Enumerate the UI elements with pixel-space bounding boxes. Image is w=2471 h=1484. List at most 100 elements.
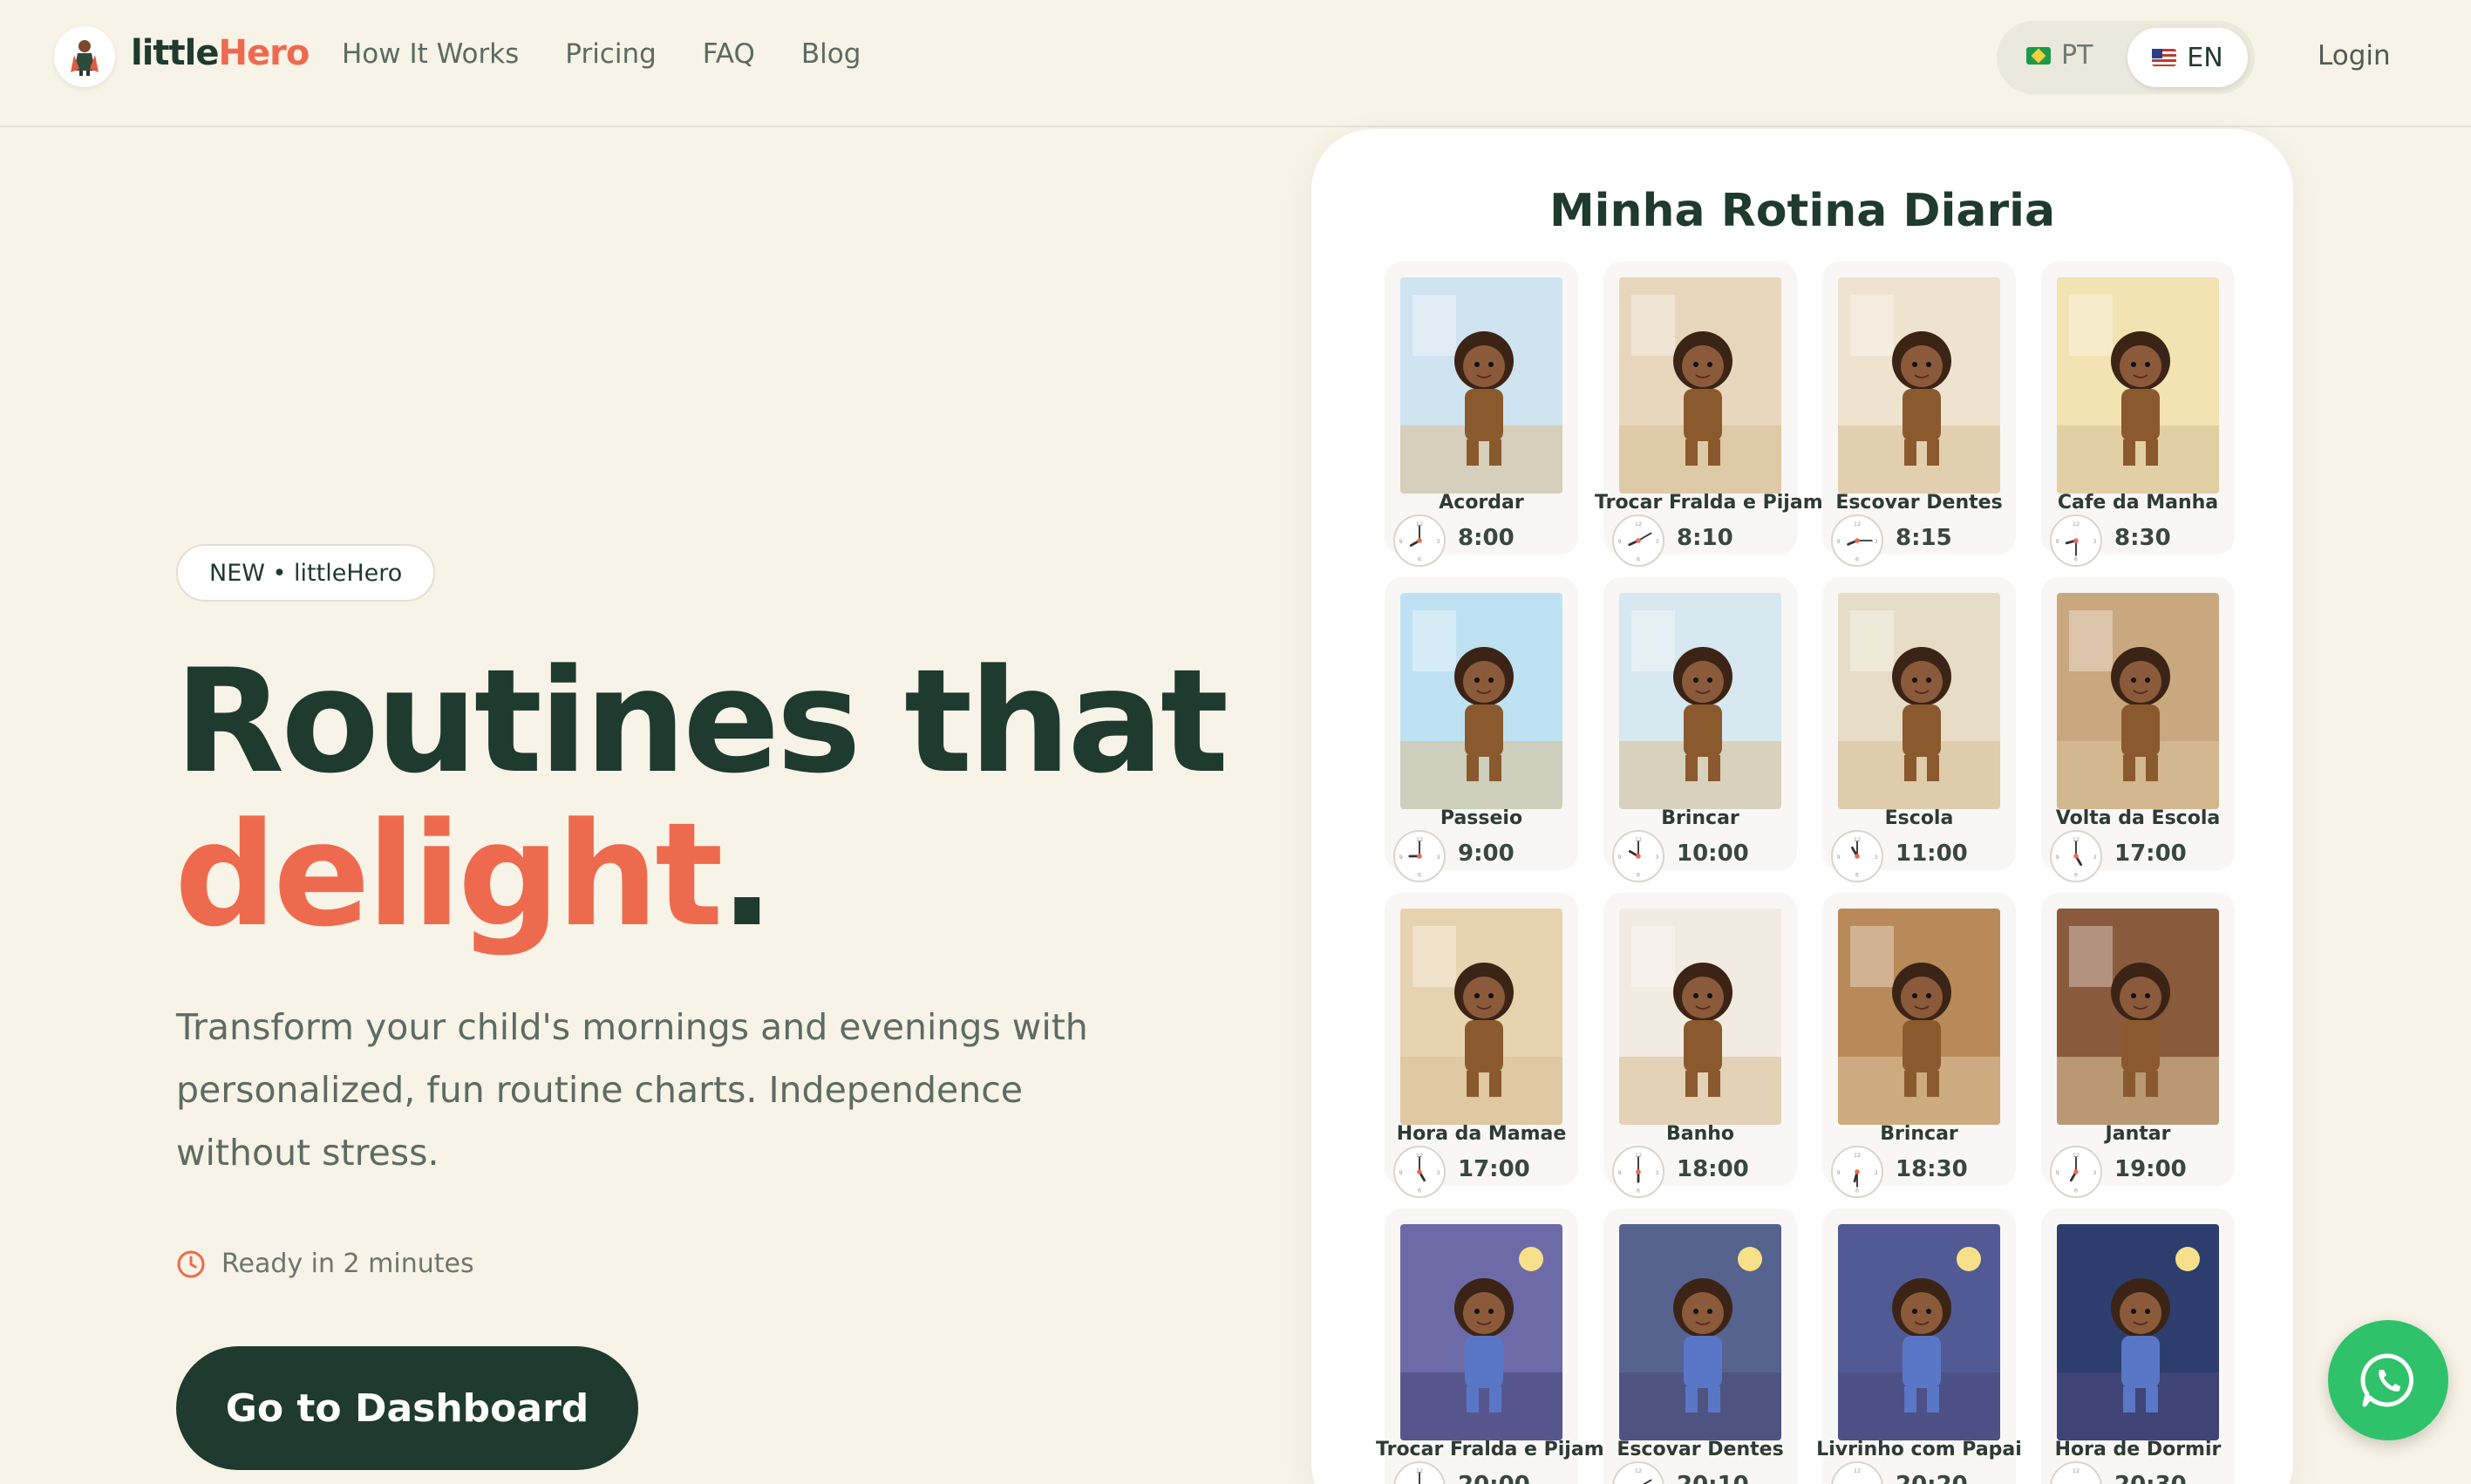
svg-text:9: 9 [2055, 1169, 2059, 1176]
routine-label: Escola [1884, 807, 1954, 829]
routine-label: Escovar Dentes [1835, 492, 2003, 514]
svg-text:12: 12 [1854, 1152, 1861, 1159]
routine-illustration [2057, 1224, 2219, 1440]
routine-time: 20:20 [1896, 1472, 1968, 1484]
routine-illustration [1619, 1224, 1781, 1440]
clock-icon: 12693 [1831, 1146, 1883, 1198]
clock-icon: 12693 [2050, 1146, 2102, 1198]
svg-text:6: 6 [1855, 555, 1859, 562]
routine-tile[interactable]: Passeio 12 6 9 3 9:00 [1385, 577, 1578, 882]
routine-tile[interactable]: Banho 12 6 9 3 18:00 [1603, 893, 1797, 1198]
routine-tile[interactable]: Hora de Dormir12693 20:30 [2041, 1208, 2235, 1484]
go-to-dashboard-button[interactable]: Go to Dashboard [176, 1346, 638, 1470]
clock-icon: 12693 [1612, 1461, 1664, 1484]
svg-text:6: 6 [1637, 1187, 1640, 1194]
brand-logo[interactable]: littleHero [131, 33, 310, 73]
svg-text:12: 12 [1854, 1467, 1861, 1474]
svg-text:9: 9 [2055, 854, 2059, 861]
svg-text:12: 12 [1635, 521, 1642, 528]
routine-time: 20:10 [1677, 1472, 1749, 1484]
routine-label: Volta da Escola [2055, 807, 2221, 829]
routine-label: Jantar [2105, 1123, 2171, 1145]
routine-label: Passeio [1440, 807, 1523, 829]
us-flag-icon [2152, 49, 2177, 66]
routine-tile[interactable]: Volta da Escola 12 6 9 3 17:00 [2041, 577, 2235, 882]
routine-time: 17:00 [1458, 1156, 1530, 1182]
svg-text:9: 9 [1836, 538, 1840, 545]
clock-icon: 12693 [1393, 1461, 1446, 1484]
routine-label: Livrinho com Papai [1816, 1439, 2022, 1460]
clock-icon: 12693 [1393, 1146, 1446, 1198]
svg-text:6: 6 [1418, 871, 1421, 878]
hero-subtitle: Transform your child's mornings and even… [176, 1006, 1088, 1174]
svg-text:3: 3 [1436, 1169, 1440, 1176]
routine-illustration [1400, 909, 1562, 1125]
ready-note: Ready in 2 minutes [176, 1249, 474, 1279]
svg-text:3: 3 [2093, 854, 2096, 861]
clock-icon: 12693 [1831, 1461, 1883, 1484]
routine-illustration [1838, 909, 2000, 1125]
svg-text:3: 3 [1436, 538, 1440, 545]
login-link[interactable]: Login [2318, 40, 2391, 71]
routine-illustration [1619, 593, 1781, 809]
routine-illustration [1838, 277, 2000, 494]
svg-text:3: 3 [1874, 854, 1877, 861]
svg-text:6: 6 [2074, 1187, 2078, 1194]
lang-pt-button[interactable]: PT [2026, 40, 2093, 71]
svg-text:12: 12 [2073, 521, 2080, 528]
hero-title-period: . [719, 792, 774, 958]
routine-illustration [2057, 909, 2219, 1125]
clock-icon: 12693 [2050, 514, 2102, 567]
clock-icon: 12693 [1831, 514, 1883, 567]
svg-text:3: 3 [2093, 1169, 2096, 1176]
lang-en-button[interactable]: EN [2127, 28, 2248, 87]
svg-text:6: 6 [1418, 1187, 1421, 1194]
hero-title: Routines that delight. [174, 645, 1229, 952]
routine-tile[interactable]: Escovar Dentes12693 20:10 [1603, 1208, 1797, 1484]
clock-icon: 12693 [1831, 830, 1883, 882]
routine-title: Minha Rotina Diaria [1549, 185, 2056, 237]
svg-text:9: 9 [1617, 1169, 1621, 1176]
routine-tile[interactable]: Trocar Fralda e Pijama 12 6 9 3 8:10 [1595, 262, 1835, 567]
routine-tile[interactable]: Hora da Mamae 12 6 9 3 17:00 [1385, 893, 1578, 1198]
whatsapp-button[interactable] [2328, 1320, 2448, 1440]
hero-logo-icon[interactable] [54, 26, 115, 87]
svg-text:6: 6 [1637, 555, 1640, 562]
whatsapp-icon [2360, 1353, 2414, 1407]
routine-time: 18:30 [1896, 1156, 1968, 1182]
routine-tile[interactable]: Escovar Dentes 12 6 9 3 8:15 [1822, 262, 2016, 567]
svg-text:12: 12 [2073, 1467, 2080, 1474]
routine-tile[interactable]: Brincar 12 6 9 3 18:30 [1822, 893, 2016, 1198]
routine-label: Hora de Dormir [2054, 1439, 2222, 1460]
routine-label: Trocar Fralda e Pijama [1595, 492, 1836, 514]
routine-label: Hora da Mamae [1396, 1123, 1567, 1145]
svg-text:9: 9 [1399, 854, 1402, 861]
routine-illustration [2057, 593, 2219, 809]
routine-label: Banho [1665, 1123, 1735, 1145]
routine-label: Brincar [1880, 1123, 1958, 1145]
routine-tile[interactable]: Livrinho com Papai12693 20:20 [1816, 1208, 2022, 1484]
routine-tile[interactable]: Acordar 12 6 9 3 8:00 [1385, 262, 1578, 567]
routine-tile[interactable]: Jantar 12 6 9 3 19:00 [2041, 893, 2235, 1198]
routine-illustration [1619, 909, 1781, 1125]
routine-tile[interactable]: Trocar Fralda e Pijama12693 20:00 [1376, 1208, 1617, 1484]
svg-text:9: 9 [2055, 538, 2059, 545]
nav-how-it-works[interactable]: How It Works [342, 38, 519, 70]
svg-text:12: 12 [1635, 1467, 1642, 1474]
nav-blog[interactable]: Blog [801, 38, 861, 70]
routine-illustration [1619, 277, 1781, 494]
nav-faq[interactable]: FAQ [703, 38, 755, 70]
new-badge: NEW • littleHero [176, 544, 436, 602]
svg-text:9: 9 [1836, 854, 1840, 861]
routine-tile[interactable]: Escola 12 6 9 3 11:00 [1822, 577, 2016, 882]
ready-text: Ready in 2 minutes [221, 1249, 474, 1279]
routine-tile[interactable]: Cafe da Manha 12 6 9 3 8:30 [2041, 262, 2235, 567]
routine-label: Cafe da Manha [2057, 492, 2219, 514]
svg-text:6: 6 [1418, 555, 1421, 562]
routine-tile[interactable]: Brincar 12 6 9 3 10:00 [1603, 577, 1797, 882]
nav-pricing[interactable]: Pricing [565, 38, 657, 70]
routine-time: 10:00 [1677, 841, 1749, 867]
main-nav: How It Works Pricing FAQ Blog [342, 38, 907, 70]
routine-time: 9:00 [1458, 841, 1515, 867]
routine-illustration [1400, 593, 1562, 809]
